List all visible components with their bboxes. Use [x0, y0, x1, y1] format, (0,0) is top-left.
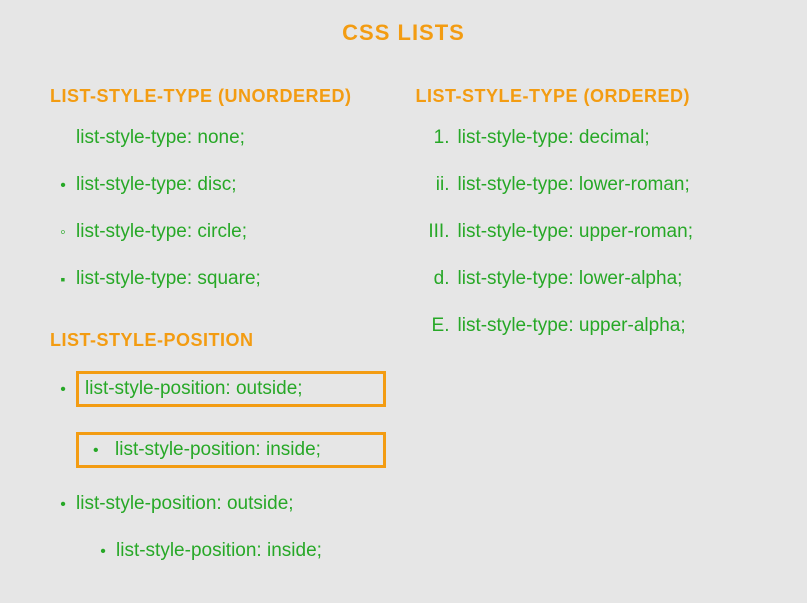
square-marker-icon	[50, 268, 76, 290]
list-item-text: list-style-type: decimal;	[458, 127, 650, 149]
list-item-inside-boxed: list-style-position: inside;	[76, 432, 392, 468]
list-item-text: list-style-type: none;	[76, 127, 245, 149]
list-item: list-style-type: circle;	[50, 221, 392, 243]
list-item: d. list-style-type: lower-alpha;	[416, 268, 758, 290]
right-column: LIST-STYLE-TYPE (ORDERED) 1. list-style-…	[416, 86, 758, 587]
unordered-heading: LIST-STYLE-TYPE (UNORDERED)	[50, 86, 392, 107]
disc-marker-icon	[50, 174, 76, 196]
ordered-block: LIST-STYLE-TYPE (ORDERED) 1. list-style-…	[416, 86, 758, 337]
list-item-text: list-style-type: disc;	[76, 174, 236, 196]
list-item: E. list-style-type: upper-alpha;	[416, 315, 758, 337]
list-item-outside-boxed: list-style-position: outside;	[50, 371, 392, 407]
list-item-inside: list-style-position: inside;	[90, 540, 392, 562]
list-item-outside: list-style-position: outside;	[50, 493, 392, 515]
list-item: list-style-type: none;	[50, 127, 392, 149]
boxed-text: list-style-position: inside;	[76, 432, 386, 468]
ordinal-marker: E.	[416, 315, 458, 337]
list-item-text: list-style-position: inside;	[115, 439, 321, 461]
list-item-text: list-style-type: upper-roman;	[458, 221, 693, 243]
disc-marker-icon	[85, 439, 115, 461]
position-block: LIST-STYLE-POSITION list-style-position:…	[50, 330, 392, 562]
list-item: ii. list-style-type: lower-roman;	[416, 174, 758, 196]
left-column: LIST-STYLE-TYPE (UNORDERED) list-style-t…	[50, 86, 392, 587]
ordered-heading: LIST-STYLE-TYPE (ORDERED)	[416, 86, 758, 107]
list-item: list-style-type: disc;	[50, 174, 392, 196]
position-heading: LIST-STYLE-POSITION	[50, 330, 392, 351]
list-item-text: list-style-type: lower-roman;	[458, 174, 690, 196]
list-item-text: list-style-position: outside;	[76, 493, 294, 515]
two-column-layout: LIST-STYLE-TYPE (UNORDERED) list-style-t…	[50, 86, 757, 587]
ordinal-marker: d.	[416, 268, 458, 290]
boxed-text: list-style-position: outside;	[76, 371, 386, 407]
circle-marker-icon	[50, 221, 76, 243]
list-item-text: list-style-type: circle;	[76, 221, 247, 243]
list-item-text: list-style-type: upper-alpha;	[458, 315, 686, 337]
list-item-text: list-style-type: lower-alpha;	[458, 268, 683, 290]
ordinal-marker: III.	[416, 221, 458, 243]
list-item-text: list-style-type: square;	[76, 268, 261, 290]
list-item: 1. list-style-type: decimal;	[416, 127, 758, 149]
list-item: list-style-type: square;	[50, 268, 392, 290]
ordinal-marker: ii.	[416, 174, 458, 196]
page-title: CSS LISTS	[50, 20, 757, 46]
ordinal-marker: 1.	[416, 127, 458, 149]
list-item-text: list-style-position: inside;	[116, 540, 322, 562]
disc-marker-icon	[90, 540, 116, 562]
list-item: III. list-style-type: upper-roman;	[416, 221, 758, 243]
unordered-block: LIST-STYLE-TYPE (UNORDERED) list-style-t…	[50, 86, 392, 290]
disc-marker-icon	[50, 493, 76, 515]
disc-marker-icon	[50, 378, 76, 400]
